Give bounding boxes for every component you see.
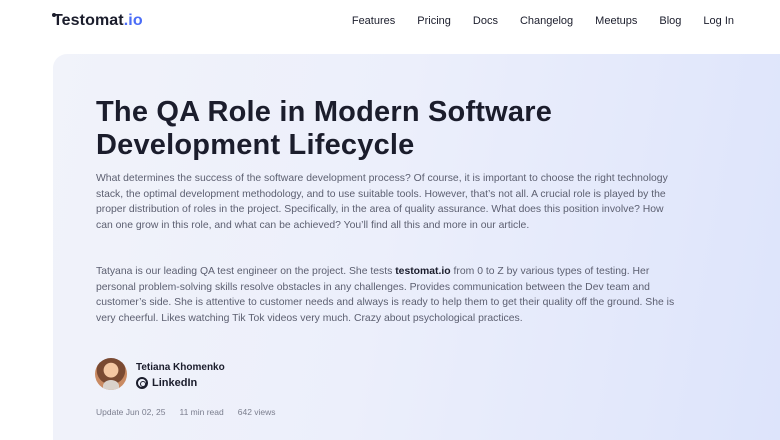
updated-date: Update Jun 02, 25 <box>96 407 166 417</box>
read-time: 11 min read <box>179 407 224 417</box>
nav-docs[interactable]: Docs <box>473 15 498 27</box>
nav-blog[interactable]: Blog <box>659 15 681 27</box>
bio-text-start: Tatyana is our leading QA test engineer … <box>96 266 396 277</box>
author-block: Tetiana Khomenko LinkedIn <box>95 358 225 390</box>
top-navigation: Testomat .io Features Pricing Docs Change… <box>0 0 780 44</box>
linkedin-link[interactable]: LinkedIn <box>136 376 225 389</box>
bio-product-name: testomat.io <box>395 266 451 277</box>
author-name: Tetiana Khomenko <box>136 361 225 373</box>
article-title: The QA Role in Modern Software Developme… <box>96 96 553 161</box>
nav-features[interactable]: Features <box>352 15 395 27</box>
nav-links: Features Pricing Docs Changelog Meetups … <box>330 15 734 27</box>
linkedin-label: LinkedIn <box>152 376 198 389</box>
author-meta: Tetiana Khomenko LinkedIn <box>136 360 225 389</box>
nav-pricing[interactable]: Pricing <box>417 15 451 27</box>
nav-changelog[interactable]: Changelog <box>520 15 573 27</box>
author-avatar <box>95 358 127 390</box>
article-meta: Update Jun 02, 25 11 min read 642 views <box>96 407 290 417</box>
nav-login[interactable]: Log In <box>703 15 734 27</box>
author-bio: Tatyana is our leading QA test engineer … <box>96 264 676 326</box>
logo[interactable]: Testomat .io <box>52 12 143 30</box>
logo-accent: .io <box>123 12 143 29</box>
link-icon <box>136 376 148 389</box>
logo-text: Testomat <box>52 12 124 29</box>
article-intro: What determines the success of the softw… <box>96 173 668 231</box>
nav-meetups[interactable]: Meetups <box>595 15 637 27</box>
view-count: 642 views <box>237 407 276 417</box>
